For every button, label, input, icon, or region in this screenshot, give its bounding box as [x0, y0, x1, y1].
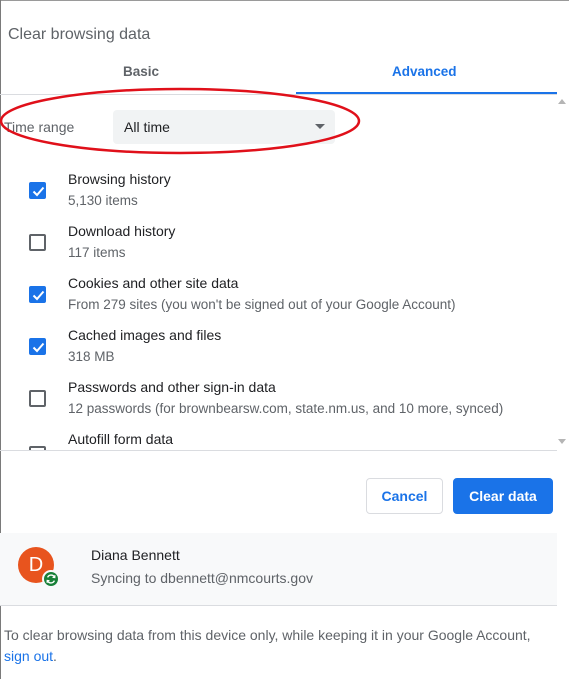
- sign-out-link[interactable]: sign out: [4, 648, 53, 664]
- dialog-title: Clear browsing data: [8, 26, 151, 43]
- checkbox-browsing-history[interactable]: [29, 182, 46, 199]
- option-label: Download history: [68, 223, 176, 239]
- option-label: Cookies and other site data: [68, 275, 239, 291]
- checkmark-icon: [32, 342, 45, 353]
- account-sync-status: Syncing to dbennett@nmcourts.gov: [91, 570, 314, 586]
- window-frame-top: [0, 0, 569, 1]
- option-label: Autofill form data: [68, 431, 174, 447]
- option-autofill[interactable]: Autofill form data: [0, 428, 556, 450]
- footer-text: To clear browsing data from this device …: [4, 627, 531, 643]
- option-label: Cached images and files: [68, 327, 222, 343]
- option-label: Passwords and other sign-in data: [68, 379, 276, 395]
- scroll-thumb[interactable]: [557, 109, 567, 439]
- option-passwords[interactable]: Passwords and other sign-in data 12 pass…: [0, 376, 556, 428]
- option-detail: From 279 sites (you won't be signed out …: [68, 297, 456, 312]
- checkbox-cookies[interactable]: [29, 286, 46, 303]
- option-browsing-history[interactable]: Browsing history 5,130 items: [0, 168, 556, 220]
- option-detail: 12 passwords (for brownbearsw.com, state…: [68, 401, 504, 416]
- options-scrollbar[interactable]: [556, 95, 568, 450]
- checkmark-icon: [32, 186, 45, 197]
- scroll-up-arrow-icon[interactable]: [558, 99, 566, 104]
- option-cookies[interactable]: Cookies and other site data From 279 sit…: [0, 272, 556, 324]
- option-detail: 318 MB: [68, 349, 115, 364]
- checkmark-icon: [32, 290, 45, 301]
- checkbox-cached-images[interactable]: [29, 338, 46, 355]
- cancel-button[interactable]: Cancel: [366, 478, 443, 514]
- footer-divider: [0, 605, 557, 606]
- tab-basic[interactable]: Basic: [123, 64, 159, 79]
- footer-period: .: [53, 648, 57, 664]
- scroll-down-arrow-icon[interactable]: [558, 439, 566, 444]
- option-cached-images[interactable]: Cached images and files 318 MB: [0, 324, 556, 376]
- account-name: Diana Bennett: [91, 547, 180, 563]
- account-panel: [0, 533, 557, 605]
- sync-icon: [42, 570, 60, 588]
- option-download-history[interactable]: Download history 117 items: [0, 220, 556, 272]
- option-label: Browsing history: [68, 171, 171, 187]
- highlight-annotation-ellipse: [0, 87, 361, 155]
- checkbox-download-history[interactable]: [29, 234, 46, 251]
- content-divider: [0, 450, 557, 451]
- tab-advanced[interactable]: Advanced: [392, 64, 457, 79]
- option-detail: 117 items: [68, 245, 126, 260]
- option-detail: 5,130 items: [68, 193, 138, 208]
- checkbox-passwords[interactable]: [29, 390, 46, 407]
- clear-data-button[interactable]: Clear data: [453, 478, 553, 514]
- footer-note: To clear browsing data from this device …: [4, 625, 544, 667]
